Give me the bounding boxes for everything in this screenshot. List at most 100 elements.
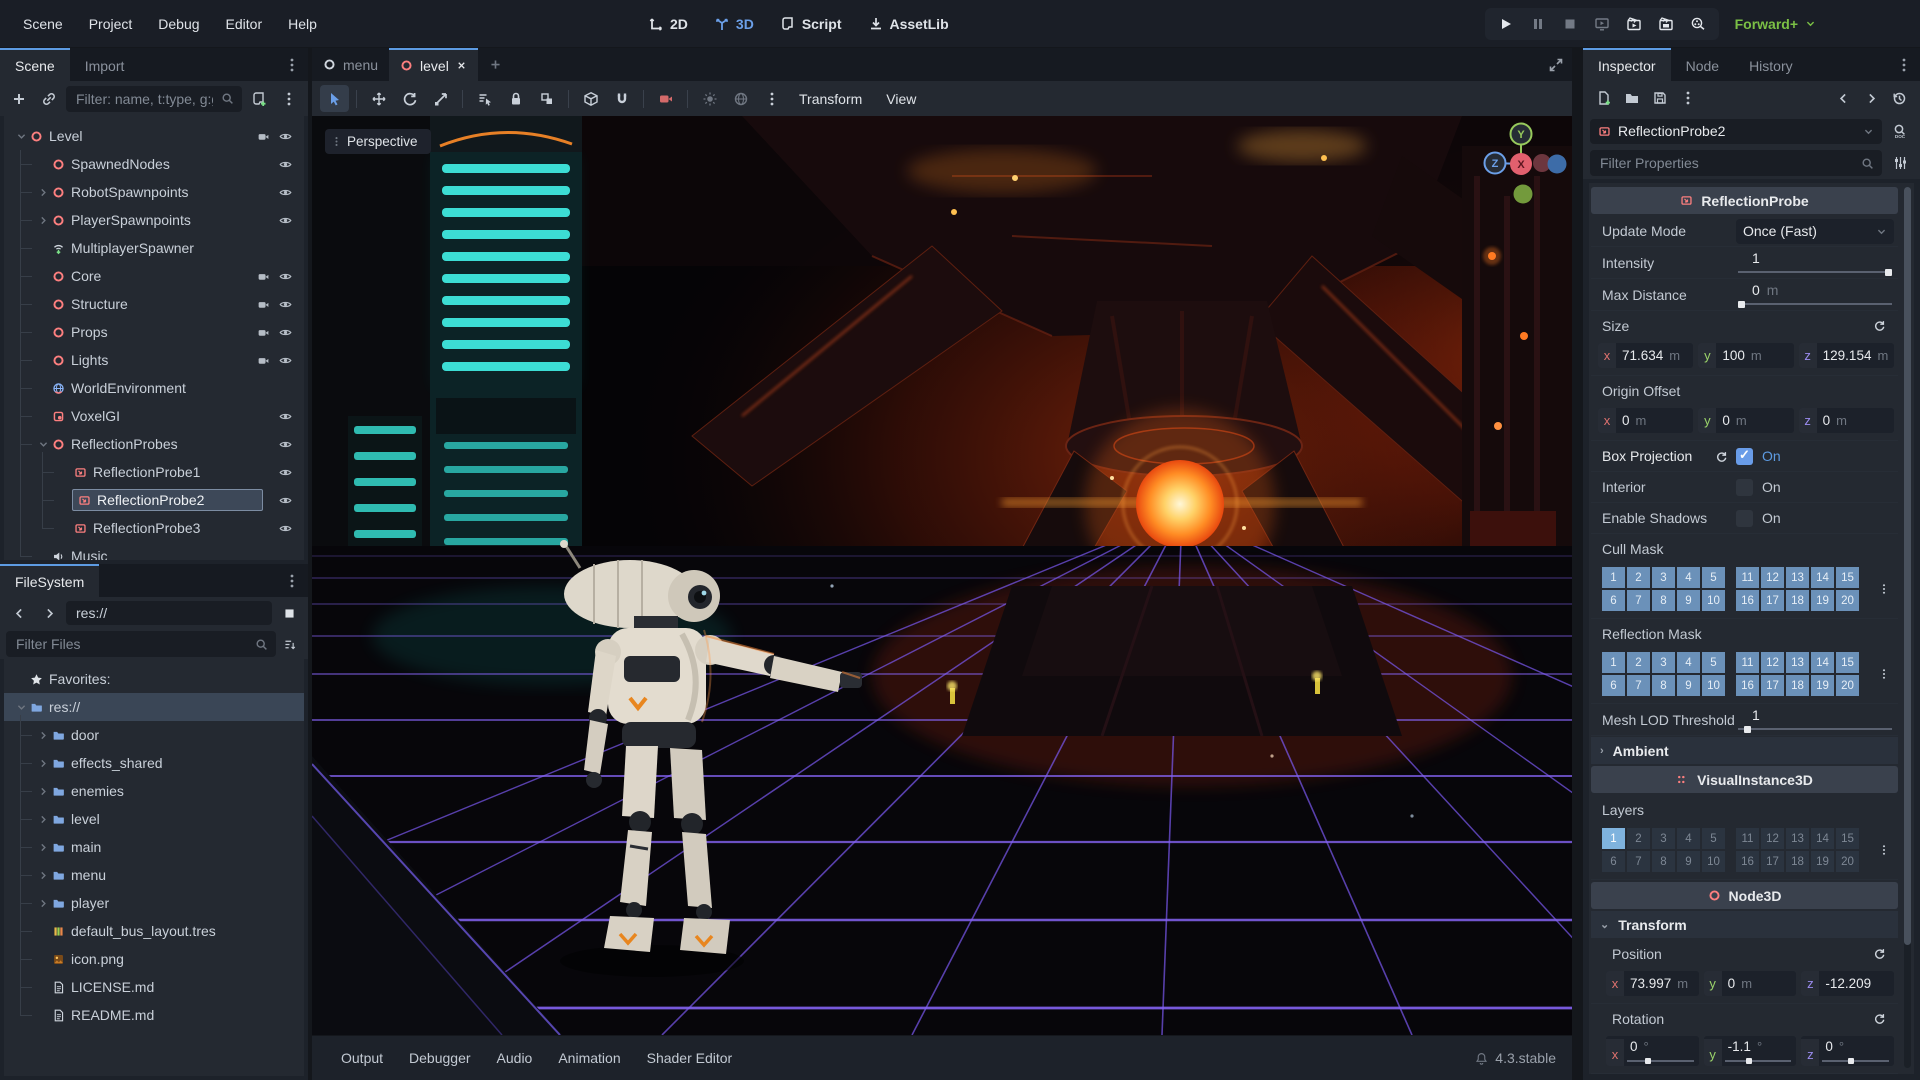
layer-cell-8[interactable]: 8: [1652, 590, 1675, 611]
layer-cell-16[interactable]: 16: [1736, 851, 1759, 872]
filesystem-row[interactable]: LICENSE.md: [4, 973, 304, 1001]
layer-cell-5[interactable]: 5: [1702, 828, 1725, 849]
bottom-panel-debugger[interactable]: Debugger: [396, 1044, 484, 1072]
layer-cell-7[interactable]: 7: [1627, 675, 1650, 696]
layer-cell-20[interactable]: 20: [1836, 851, 1859, 872]
renderer-selector[interactable]: Forward+: [1735, 16, 1816, 32]
layer-cell-9[interactable]: 9: [1677, 851, 1700, 872]
layer-cell-1[interactable]: 1: [1602, 652, 1625, 673]
pause-button[interactable]: [1523, 10, 1553, 38]
snap-toggle-button[interactable]: [607, 85, 636, 112]
layer-cell-10[interactable]: 10: [1702, 675, 1725, 696]
save-resource-button[interactable]: [1647, 85, 1673, 111]
expand-viewport-icon[interactable]: [1548, 57, 1564, 73]
inspector-scrollbar[interactable]: [1904, 187, 1911, 1068]
update-mode-dropdown[interactable]: Once (Fast): [1736, 218, 1894, 244]
play-button[interactable]: [1491, 10, 1521, 38]
scene-tree-row[interactable]: Lights: [4, 346, 304, 374]
scene-tree-row[interactable]: ReflectionProbes: [4, 430, 304, 458]
fs-forward-button[interactable]: [36, 600, 62, 626]
fs-split-mode-button[interactable]: [276, 600, 302, 626]
local-space-toggle-button[interactable]: [576, 85, 605, 112]
move-mode-button[interactable]: [364, 85, 393, 112]
filesystem-row[interactable]: README.md: [4, 1001, 304, 1029]
new-scene-tab-button[interactable]: [478, 48, 513, 81]
remote-debug-button[interactable]: [1587, 10, 1617, 38]
enable-shadows-checkbox[interactable]: [1736, 509, 1753, 527]
viewport-menu-transform[interactable]: Transform: [788, 91, 873, 107]
layer-cell-6[interactable]: 6: [1602, 590, 1625, 611]
workspace-2d[interactable]: 2D: [640, 12, 696, 36]
preview-sunlight-button[interactable]: [695, 85, 724, 112]
eye-icon[interactable]: [279, 354, 292, 367]
scene-tree-row[interactable]: MultiplayerSpawner: [4, 234, 304, 262]
scene-tree-row[interactable]: WorldEnvironment: [4, 374, 304, 402]
kebab-menu-icon[interactable]: [284, 57, 300, 73]
bottom-panel-shader-editor[interactable]: Shader Editor: [634, 1044, 746, 1072]
interior-checkbox[interactable]: [1736, 478, 1753, 496]
film-icon[interactable]: [257, 270, 270, 283]
filesystem-row[interactable]: main: [4, 833, 304, 861]
section-ambient[interactable]: › Ambient: [1591, 737, 1898, 764]
kebab-menu-icon[interactable]: [1878, 666, 1894, 682]
film-icon[interactable]: [257, 298, 270, 311]
eye-icon[interactable]: [279, 130, 292, 143]
layer-cell-13[interactable]: 13: [1786, 567, 1809, 588]
layer-cell-10[interactable]: 10: [1702, 590, 1725, 611]
layer-cell-20[interactable]: 20: [1836, 675, 1859, 696]
layer-cell-7[interactable]: 7: [1627, 590, 1650, 611]
scene-tree-row[interactable]: PlayerSpawnpoints: [4, 206, 304, 234]
layer-cell-15[interactable]: 15: [1836, 652, 1859, 673]
eye-icon[interactable]: [279, 494, 292, 507]
tab-import[interactable]: Import: [70, 48, 140, 81]
layer-cell-12[interactable]: 12: [1761, 567, 1784, 588]
3d-viewport[interactable]: Perspective Y Z X: [312, 116, 1572, 1035]
layer-cell-12[interactable]: 12: [1761, 828, 1784, 849]
scene-tree-menu-button[interactable]: [276, 86, 302, 112]
workspace-script[interactable]: Script: [772, 12, 850, 36]
scene-filter[interactable]: [66, 85, 242, 112]
layer-cell-9[interactable]: 9: [1677, 590, 1700, 611]
view-axis-gizmo[interactable]: Y Z X: [1462, 122, 1572, 222]
tab-history[interactable]: History: [1734, 48, 1808, 81]
layer-cell-2[interactable]: 2: [1627, 828, 1650, 849]
camera-preview-button[interactable]: [651, 85, 680, 112]
layer-cell-13[interactable]: 13: [1786, 652, 1809, 673]
layer-cell-4[interactable]: 4: [1677, 828, 1700, 849]
list-select-mode-button[interactable]: [470, 85, 499, 112]
layer-cell-17[interactable]: 17: [1761, 675, 1784, 696]
size-vector[interactable]: x 71.634 m y 100 m z 129.154 m: [1591, 340, 1898, 376]
layer-cell-19[interactable]: 19: [1811, 851, 1834, 872]
layer-cell-6[interactable]: 6: [1602, 851, 1625, 872]
layer-cell-15[interactable]: 15: [1836, 567, 1859, 588]
filesystem-row[interactable]: res://: [4, 693, 304, 721]
layer-cell-2[interactable]: 2: [1627, 567, 1650, 588]
section-transform[interactable]: ⌄ Transform: [1591, 911, 1898, 938]
inspector-filter[interactable]: [1590, 150, 1882, 176]
layer-cell-5[interactable]: 5: [1702, 652, 1725, 673]
reset-icon[interactable]: [1873, 319, 1886, 332]
layer-cell-3[interactable]: 3: [1652, 652, 1675, 673]
layer-cell-1[interactable]: 1: [1602, 567, 1625, 588]
reset-icon[interactable]: [1873, 1012, 1886, 1025]
rotate-mode-button[interactable]: [395, 85, 424, 112]
filesystem-row[interactable]: default_bus_layout.tres: [4, 917, 304, 945]
layer-cell-8[interactable]: 8: [1652, 675, 1675, 696]
layer-cell-14[interactable]: 14: [1811, 567, 1834, 588]
close-icon[interactable]: [456, 60, 467, 71]
layer-cell-14[interactable]: 14: [1811, 652, 1834, 673]
layer-cell-18[interactable]: 18: [1786, 851, 1809, 872]
film-icon[interactable]: [257, 130, 270, 143]
eye-icon[interactable]: [279, 270, 292, 283]
filesystem-row[interactable]: player: [4, 889, 304, 917]
play-custom-scene-button[interactable]: [1651, 10, 1681, 38]
eye-icon[interactable]: [279, 522, 292, 535]
edited-object-selector[interactable]: ReflectionProbe2: [1590, 118, 1882, 144]
layer-cell-11[interactable]: 11: [1736, 828, 1759, 849]
layer-cell-18[interactable]: 18: [1786, 675, 1809, 696]
dock-splitter-right[interactable]: [1572, 48, 1583, 1080]
layer-cell-11[interactable]: 11: [1736, 652, 1759, 673]
play-scene-button[interactable]: [1619, 10, 1649, 38]
scene-tree-row[interactable]: Core: [4, 262, 304, 290]
layer-cell-5[interactable]: 5: [1702, 567, 1725, 588]
